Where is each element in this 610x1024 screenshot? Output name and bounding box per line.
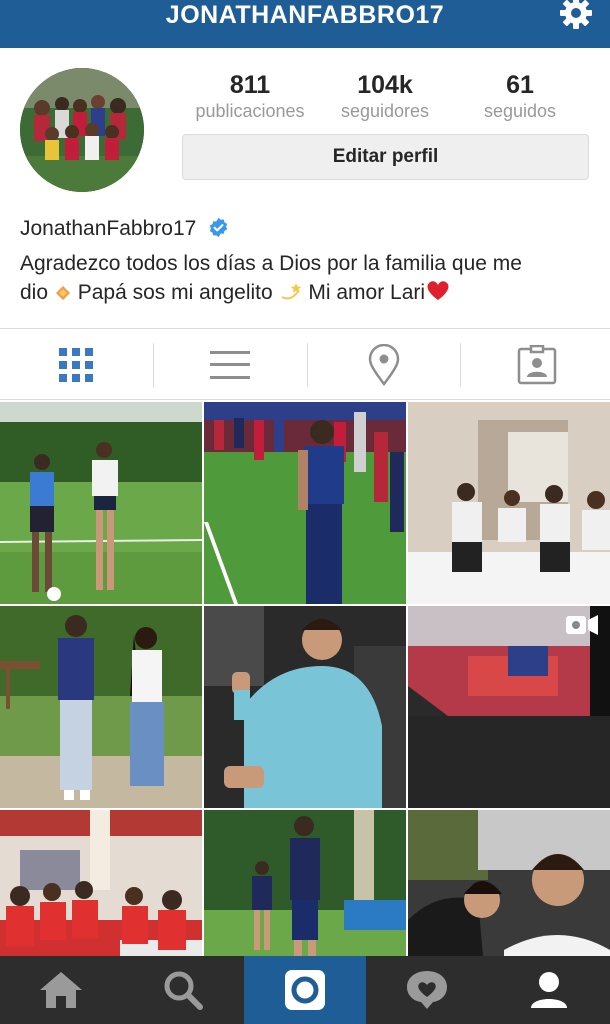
top-bar: JONATHANFABBRO17 — [0, 0, 610, 48]
profile-bio: Agradezco todos los días a Dios por la f… — [20, 250, 595, 307]
edit-profile-button[interactable]: Editar perfil — [182, 134, 589, 180]
tab-list-view[interactable] — [154, 329, 306, 401]
tab-grid-view[interactable] — [0, 329, 152, 401]
posts-label: publicaciones — [195, 101, 305, 121]
photo-thumbnail[interactable] — [0, 810, 202, 956]
grid-icon — [59, 348, 93, 382]
photo-thumbnail[interactable] — [204, 606, 406, 808]
nav-profile[interactable] — [488, 956, 610, 1024]
stat-posts: 811 publicaciones — [180, 70, 320, 122]
photo-thumbnail[interactable] — [408, 402, 610, 604]
photo-thumbnail[interactable] — [0, 402, 202, 604]
nav-camera[interactable] — [244, 956, 366, 1024]
bio-text-c: Mi amor Lari — [308, 281, 426, 304]
photo-thumbnail[interactable] — [204, 810, 406, 956]
bio-text-b: Papá sos mi angelito — [77, 281, 273, 304]
nav-home[interactable] — [0, 956, 122, 1024]
stat-following[interactable]: 61 seguidos — [450, 70, 590, 122]
bio-line-1: Agradezco todos los días a Dios por la f… — [20, 252, 522, 275]
profile-name: JonathanFabbro17 — [20, 217, 197, 240]
search-icon — [164, 971, 203, 1010]
following-count: 61 — [506, 71, 534, 99]
bio-line-2: dio Papá sos mi angelito Mi amor Lari — [20, 278, 595, 307]
diamond-emoji-icon — [55, 286, 70, 300]
location-pin-icon — [368, 344, 400, 386]
video-camera-icon — [566, 615, 598, 635]
profile-avatar[interactable] — [20, 68, 144, 192]
profile-tabs — [0, 328, 610, 400]
profile-username-title: JONATHANFABBRO17 — [165, 1, 445, 29]
red-heart-emoji-icon — [427, 281, 449, 300]
nav-search[interactable] — [122, 956, 244, 1024]
list-icon — [210, 351, 250, 379]
profile-icon — [531, 972, 567, 1008]
photo-thumbnail[interactable] — [408, 810, 610, 956]
photo-thumbnail[interactable] — [204, 402, 406, 604]
photo-grid — [0, 402, 610, 956]
camera-icon — [285, 970, 325, 1010]
tab-map-view[interactable] — [308, 329, 460, 401]
bio-text-a: dio — [20, 281, 49, 304]
followers-label: seguidores — [340, 101, 430, 121]
followers-count: 104k — [357, 71, 413, 99]
tab-tagged-photos[interactable] — [461, 329, 610, 401]
nav-activity[interactable] — [366, 956, 488, 1024]
gear-icon[interactable] — [556, 0, 596, 32]
home-icon — [40, 972, 82, 1008]
posts-count: 811 — [229, 71, 271, 99]
photo-thumbnail[interactable] — [408, 606, 610, 808]
photo-thumbnail[interactable] — [0, 606, 202, 808]
profile-name-row: JonathanFabbro17 — [20, 216, 229, 242]
dizzy-star-emoji-icon — [281, 283, 301, 300]
verified-badge-icon — [209, 217, 228, 238]
stat-followers[interactable]: 104k seguidores — [315, 70, 455, 122]
following-label: seguidos — [483, 101, 557, 121]
bottom-navigation — [0, 956, 610, 1024]
activity-heart-icon — [407, 971, 447, 1009]
tagged-photos-icon — [517, 345, 557, 385]
